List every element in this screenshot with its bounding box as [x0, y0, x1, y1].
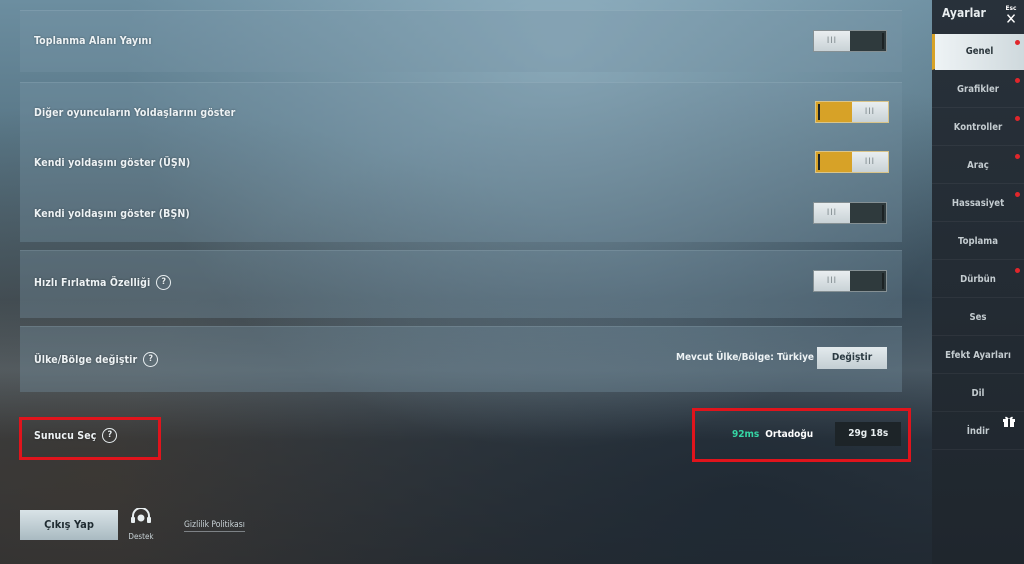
- toggle-knob: III: [814, 271, 850, 291]
- sidebar-item[interactable]: Toplama: [932, 224, 1024, 260]
- help-icon[interactable]: ?: [156, 275, 172, 290]
- sidebar-item[interactable]: Grafikler: [932, 72, 1024, 108]
- sidebar-item[interactable]: Ses: [932, 300, 1024, 336]
- current-country-text: Mevcut Ülke/Bölge: Türkiye: [676, 352, 815, 363]
- sidebar-item-label: Grafikler: [957, 84, 999, 95]
- show-teammate-tpp-label: Kendi yoldaşını göster (ÜŞN): [34, 157, 191, 169]
- sidebar-item[interactable]: Dürbün: [932, 262, 1024, 298]
- show-others-teammates-label: Diğer oyuncuların Yoldaşlarını göster: [34, 107, 236, 119]
- headset-icon: [131, 507, 151, 523]
- notification-dot: [1015, 40, 1020, 45]
- toggle-knob: III: [852, 152, 888, 172]
- panel-quick-throw: Hızlı Fırlatma Özelliği ? III: [20, 250, 902, 318]
- notification-dot: [1015, 116, 1020, 121]
- sidebar-item-label: İndir: [966, 426, 990, 437]
- sidebar-item-label: Araç: [967, 160, 989, 171]
- sidebar-item[interactable]: Genel: [932, 34, 1024, 70]
- sidebar-item-label: Dürbün: [960, 274, 996, 285]
- quick-throw-toggle[interactable]: III: [813, 270, 887, 292]
- close-button[interactable]: Esc ✕: [1000, 4, 1022, 28]
- gathering-area-label: Toplanma Alanı Yayını: [34, 35, 152, 47]
- sidebar-item-label: Kontroller: [953, 122, 1003, 133]
- country-change-row: Ülke/Bölge değiştir ?: [34, 352, 159, 367]
- sidebar-item-label: Toplama: [958, 236, 998, 247]
- help-icon[interactable]: ?: [143, 352, 159, 367]
- sidebar-item[interactable]: Efekt Ayarları: [932, 338, 1024, 374]
- toggle-knob: III: [814, 203, 850, 223]
- show-teammate-fpp-toggle[interactable]: III: [813, 202, 887, 224]
- sidebar-item-label: Ses: [969, 312, 987, 323]
- sidebar-item-label: Efekt Ayarları: [945, 350, 1011, 361]
- show-teammate-fpp-label: Kendi yoldaşını göster (BŞN): [34, 208, 190, 220]
- sidebar-item[interactable]: Hassasiyet: [932, 186, 1024, 222]
- toggle-knob: III: [852, 102, 888, 122]
- privacy-policy-link[interactable]: Gizlilik Politikası: [184, 520, 245, 532]
- panel-teammates: Diğer oyuncuların Yoldaşlarını göster II…: [20, 82, 902, 242]
- highlight-box-server-label: [19, 417, 161, 460]
- settings-title: Ayarlar: [942, 6, 986, 20]
- show-teammate-tpp-toggle[interactable]: III: [815, 151, 889, 173]
- settings-sidebar: Ayarlar Genel Grafikler Kontroller Araç Hass…: [932, 0, 1024, 564]
- country-change-label: Ülke/Bölge değiştir: [34, 353, 138, 366]
- sidebar-item-label: Genel: [965, 46, 994, 57]
- quick-throw-label: Hızlı Fırlatma Özelliği: [34, 276, 151, 289]
- sidebar-item[interactable]: Dil: [932, 376, 1024, 412]
- highlight-box-server-info: [692, 408, 911, 462]
- quick-throw-row: Hızlı Fırlatma Özelliği ?: [34, 275, 172, 290]
- settings-background: Toplanma Alanı Yayını III Diğer oyuncula…: [0, 0, 932, 564]
- toggle-knob: III: [814, 31, 850, 51]
- panel-country: Ülke/Bölge değiştir ? Mevcut Ülke/Bölge:…: [20, 326, 902, 392]
- notification-dot: [1015, 154, 1020, 159]
- support-label: Destek: [128, 532, 154, 541]
- sidebar-item-label: Hassasiyet: [951, 198, 1005, 209]
- change-country-button[interactable]: Değiştir: [817, 347, 887, 369]
- exit-button[interactable]: Çıkış Yap: [20, 510, 118, 540]
- gift-icon[interactable]: [1002, 414, 1016, 432]
- gathering-area-toggle[interactable]: III: [813, 30, 887, 52]
- close-icon: ✕: [1005, 10, 1017, 28]
- show-others-teammates-toggle[interactable]: III: [815, 101, 889, 123]
- notification-dot: [1015, 268, 1020, 273]
- notification-dot: [1015, 78, 1020, 83]
- sidebar-item[interactable]: Kontroller: [932, 110, 1024, 146]
- support-button[interactable]: Destek: [124, 507, 158, 548]
- panel-gathering: Toplanma Alanı Yayını III: [20, 10, 902, 72]
- sidebar-item-label: Dil: [971, 388, 985, 399]
- notification-dot: [1015, 192, 1020, 197]
- sidebar-item[interactable]: Araç: [932, 148, 1024, 184]
